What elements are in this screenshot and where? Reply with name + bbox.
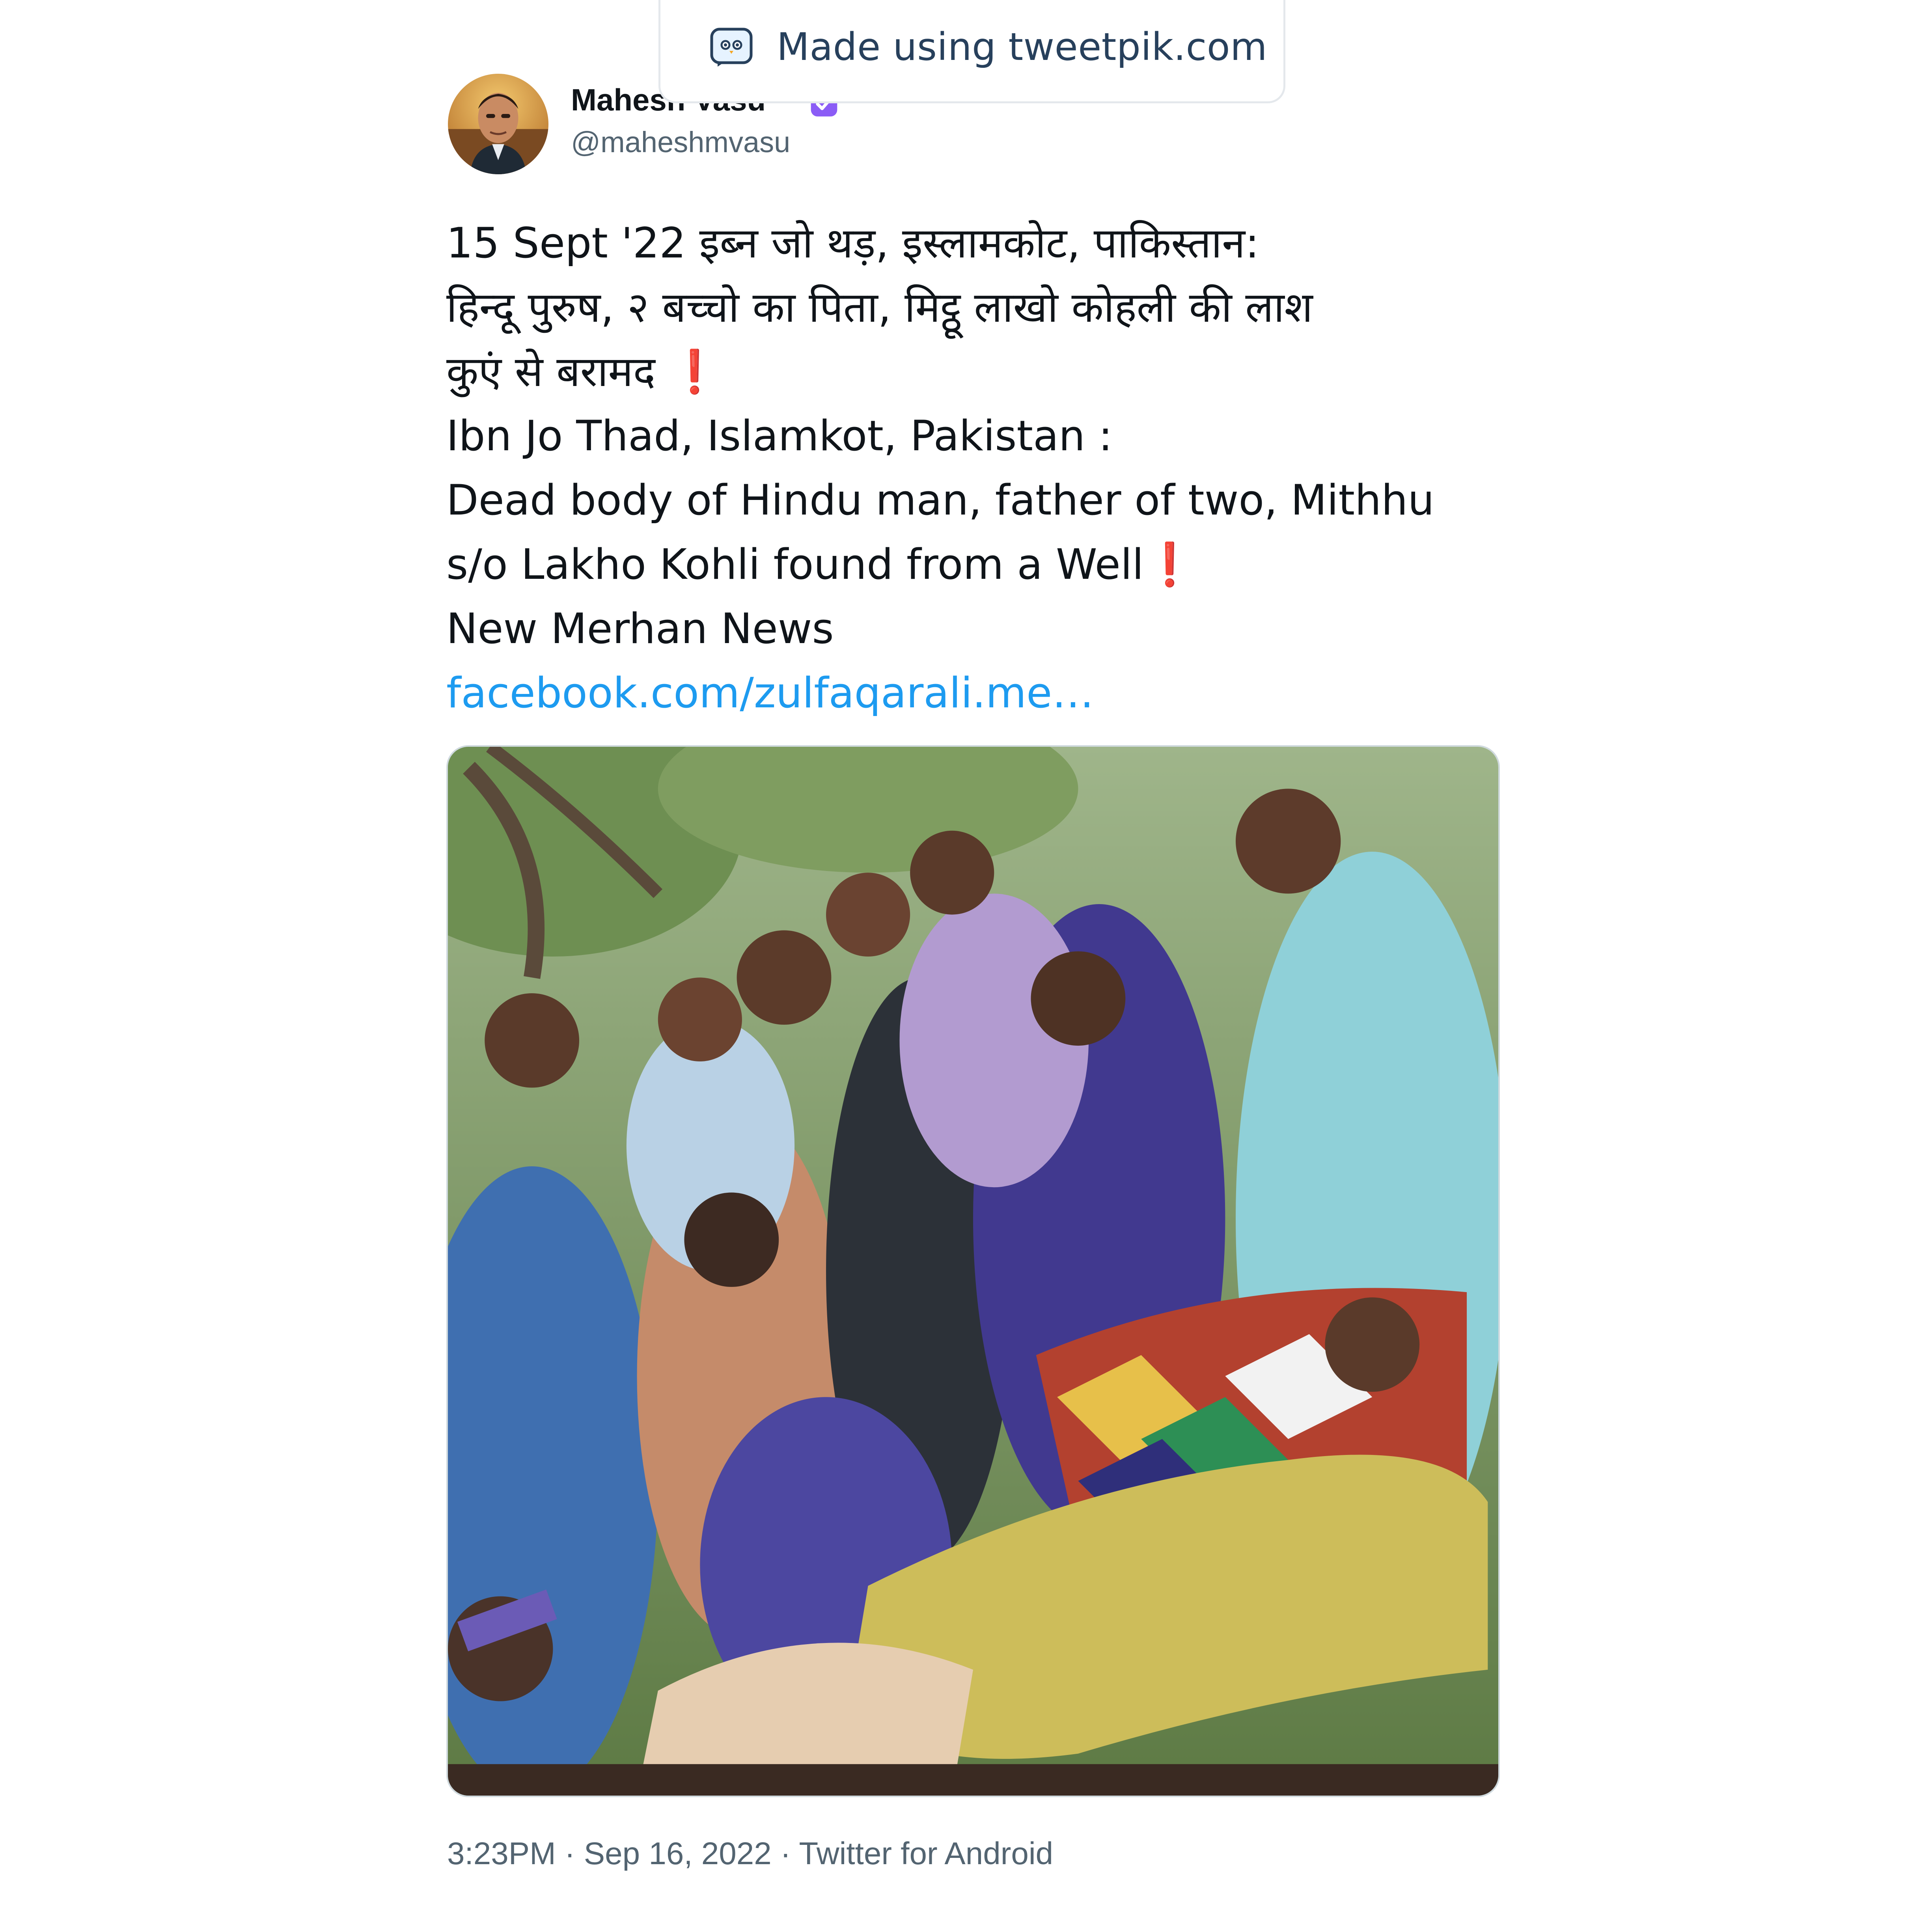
watermark-badge: Made using tweetpik.com xyxy=(658,0,1285,103)
tweet-link[interactable]: facebook.com/zulfaqarali.me… xyxy=(446,661,1511,725)
tweet-line: New Merhan News xyxy=(446,604,834,653)
tweet-line-text: कुएं से बरामद xyxy=(446,347,656,396)
exclamation-icon: ❗ xyxy=(1143,540,1196,589)
tweet-text: 15 Sept '22 इब्न जो थड़, इस्लामकोट, पाकि… xyxy=(446,211,1511,725)
tweetpik-logo-icon xyxy=(710,28,753,67)
tweet-line: Ibn Jo Thad, Islamkot, Pakistan : xyxy=(446,412,1113,460)
watermark-text: Made using tweetpik.com xyxy=(777,24,1268,69)
avatar-photo xyxy=(448,74,548,174)
exclamation-icon: ❗ xyxy=(668,347,721,396)
tweet-media-photo[interactable] xyxy=(446,745,1500,1797)
photo xyxy=(448,747,1498,1796)
tweet-line: Dead body of Hindu man, father of two, M… xyxy=(446,476,1434,524)
tweet-line: हिन्दू पुरुष, २ बच्चो का पिता, मिट्ठू ला… xyxy=(446,283,1313,332)
author-handle[interactable]: @maheshmvasu xyxy=(571,125,790,159)
tweet-line: कुएं से बरामद ❗ xyxy=(446,339,1511,404)
tweet-meta: 3:23PM · Sep 16, 2022 · Twitter for Andr… xyxy=(447,1836,1054,1871)
tweet-line-text: s/o Lakho Kohli found from a Well xyxy=(446,540,1144,589)
tweet-line: 15 Sept '22 इब्न जो थड़, इस्लामकोट, पाकि… xyxy=(446,219,1259,267)
tweet-line: s/o Lakho Kohli found from a Well❗ xyxy=(446,532,1511,597)
avatar[interactable] xyxy=(448,74,548,174)
